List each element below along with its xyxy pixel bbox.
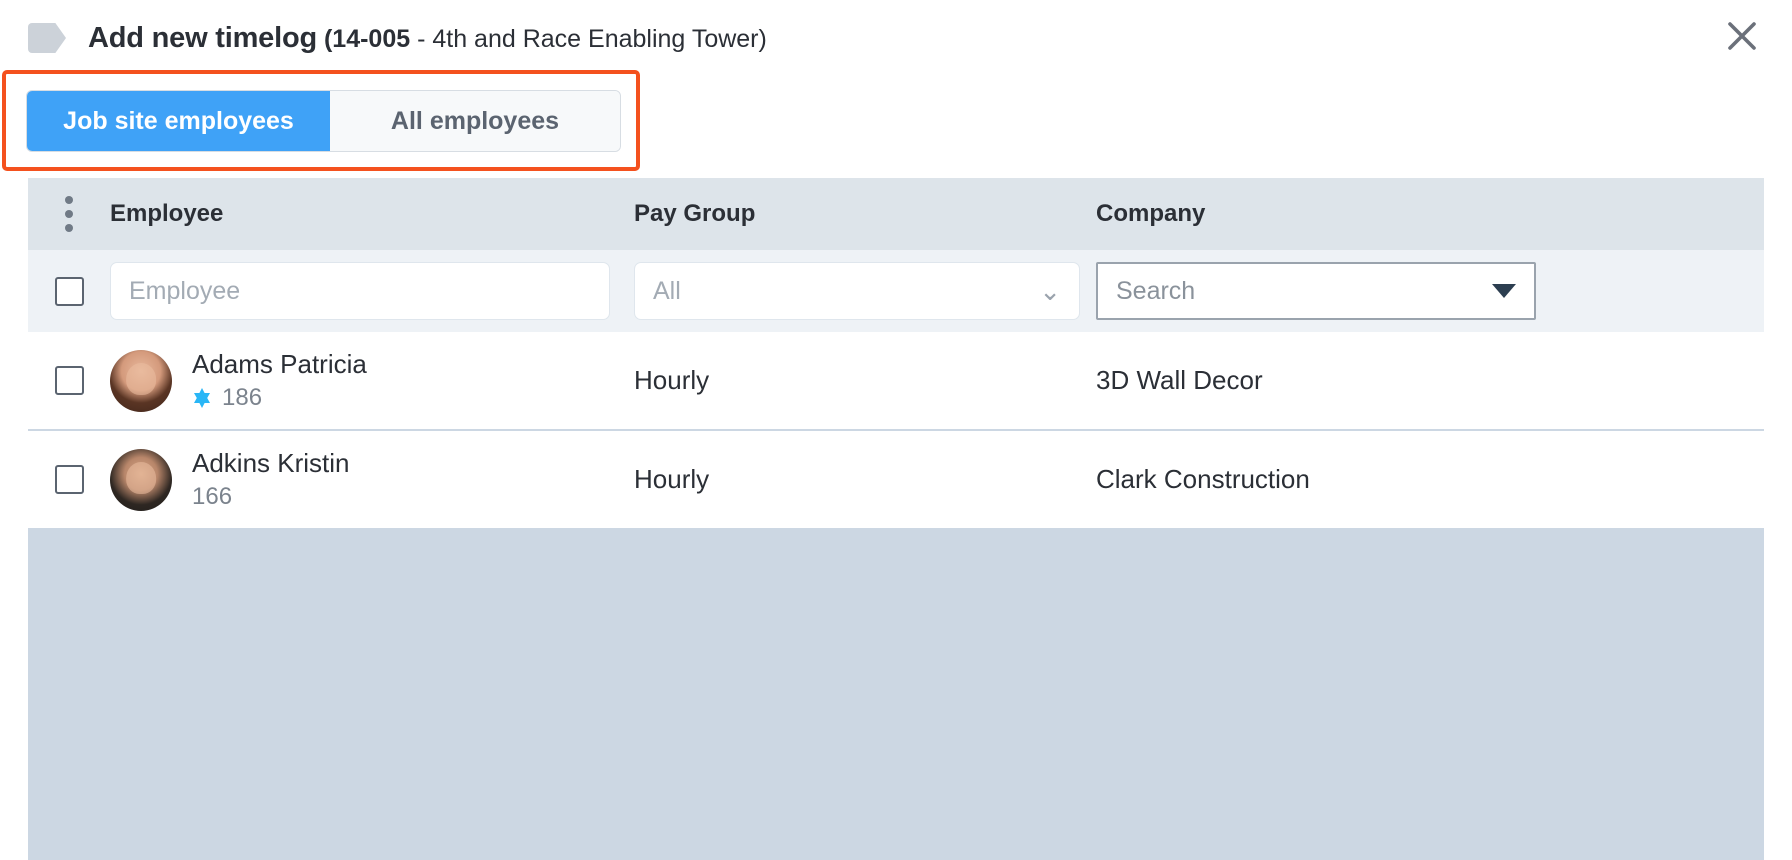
filter-employee-cell: Employee bbox=[110, 262, 634, 320]
chevron-down-icon: ⌄ bbox=[1039, 276, 1061, 306]
employee-number: 186 bbox=[222, 384, 263, 411]
project-name: - 4th and Race Enabling Tower) bbox=[410, 24, 767, 53]
pay-group-value: All bbox=[653, 276, 681, 305]
avatar bbox=[110, 448, 172, 511]
close-icon bbox=[1728, 22, 1756, 50]
select-all-checkbox[interactable] bbox=[54, 276, 84, 306]
pay-group-value-cell: Hourly bbox=[634, 464, 710, 494]
triangle-down-icon bbox=[1492, 284, 1516, 298]
row-select-cell bbox=[28, 465, 110, 494]
employee-scope-tabs: Job site employees All employees bbox=[26, 90, 621, 152]
employee-meta: 186 bbox=[192, 384, 367, 412]
column-header-company[interactable]: Company bbox=[1096, 200, 1764, 228]
table-row[interactable]: Adkins Kristin 166 Hourly Clark Construc… bbox=[28, 431, 1764, 530]
employee-search-input[interactable]: Employee bbox=[110, 262, 610, 320]
page-title: Add new timelog (14-005 - 4th and Race E… bbox=[88, 22, 767, 55]
pay-group-select[interactable]: All ⌄ bbox=[634, 262, 1080, 320]
employee-cell: Adkins Kristin 166 bbox=[110, 448, 634, 511]
row-select-cell bbox=[28, 366, 110, 395]
table-filter-row: Employee All ⌄ Search bbox=[28, 250, 1764, 332]
column-header-employee[interactable]: Employee bbox=[110, 200, 634, 228]
tab-job-site-employees[interactable]: Job site employees bbox=[27, 91, 330, 151]
table-body: Adams Patricia 186 Hourly 3D Wall Decor bbox=[28, 332, 1764, 530]
employee-meta: 166 bbox=[192, 483, 350, 511]
company-value-cell: Clark Construction bbox=[1096, 464, 1310, 494]
project-code: (14-005 bbox=[323, 24, 411, 53]
filter-pay-group-cell: All ⌄ bbox=[634, 262, 1096, 320]
column-header-pay-group[interactable]: Pay Group bbox=[634, 200, 1096, 228]
tab-all-employees[interactable]: All employees bbox=[330, 91, 620, 151]
company-value: Search bbox=[1116, 276, 1196, 305]
header-menu-cell bbox=[28, 194, 110, 234]
employee-name: Adams Patricia bbox=[192, 349, 367, 379]
page-title-subtitle: (14-005 - 4th and Race Enabling Tower) bbox=[317, 25, 767, 53]
employee-name: Adkins Kristin bbox=[192, 448, 350, 478]
employee-number: 166 bbox=[192, 483, 233, 510]
kebab-menu-icon[interactable] bbox=[54, 194, 84, 234]
modal-titlebar: Add new timelog (14-005 - 4th and Race E… bbox=[0, 0, 1792, 76]
company-value-cell: 3D Wall Decor bbox=[1096, 365, 1263, 395]
add-timelog-modal: Add new timelog (14-005 - 4th and Race E… bbox=[0, 0, 1792, 860]
employee-cell: Adams Patricia 186 bbox=[110, 349, 634, 412]
employee-table: Employee Pay Group Company Employee All … bbox=[28, 178, 1764, 860]
select-all-cell bbox=[28, 276, 110, 306]
filter-company-cell: Search bbox=[1096, 262, 1764, 320]
pay-group-value-cell: Hourly bbox=[634, 365, 710, 395]
page-title-main: Add new timelog bbox=[88, 21, 318, 54]
row-checkbox[interactable] bbox=[54, 366, 84, 395]
avatar bbox=[110, 349, 172, 412]
row-checkbox[interactable] bbox=[54, 465, 84, 494]
star-icon bbox=[194, 388, 210, 408]
company-select[interactable]: Search bbox=[1096, 262, 1536, 320]
table-row[interactable]: Adams Patricia 186 Hourly 3D Wall Decor bbox=[28, 332, 1764, 431]
tag-icon bbox=[28, 23, 66, 53]
table-header-row: Employee Pay Group Company bbox=[28, 178, 1764, 250]
close-button[interactable] bbox=[1714, 8, 1770, 64]
